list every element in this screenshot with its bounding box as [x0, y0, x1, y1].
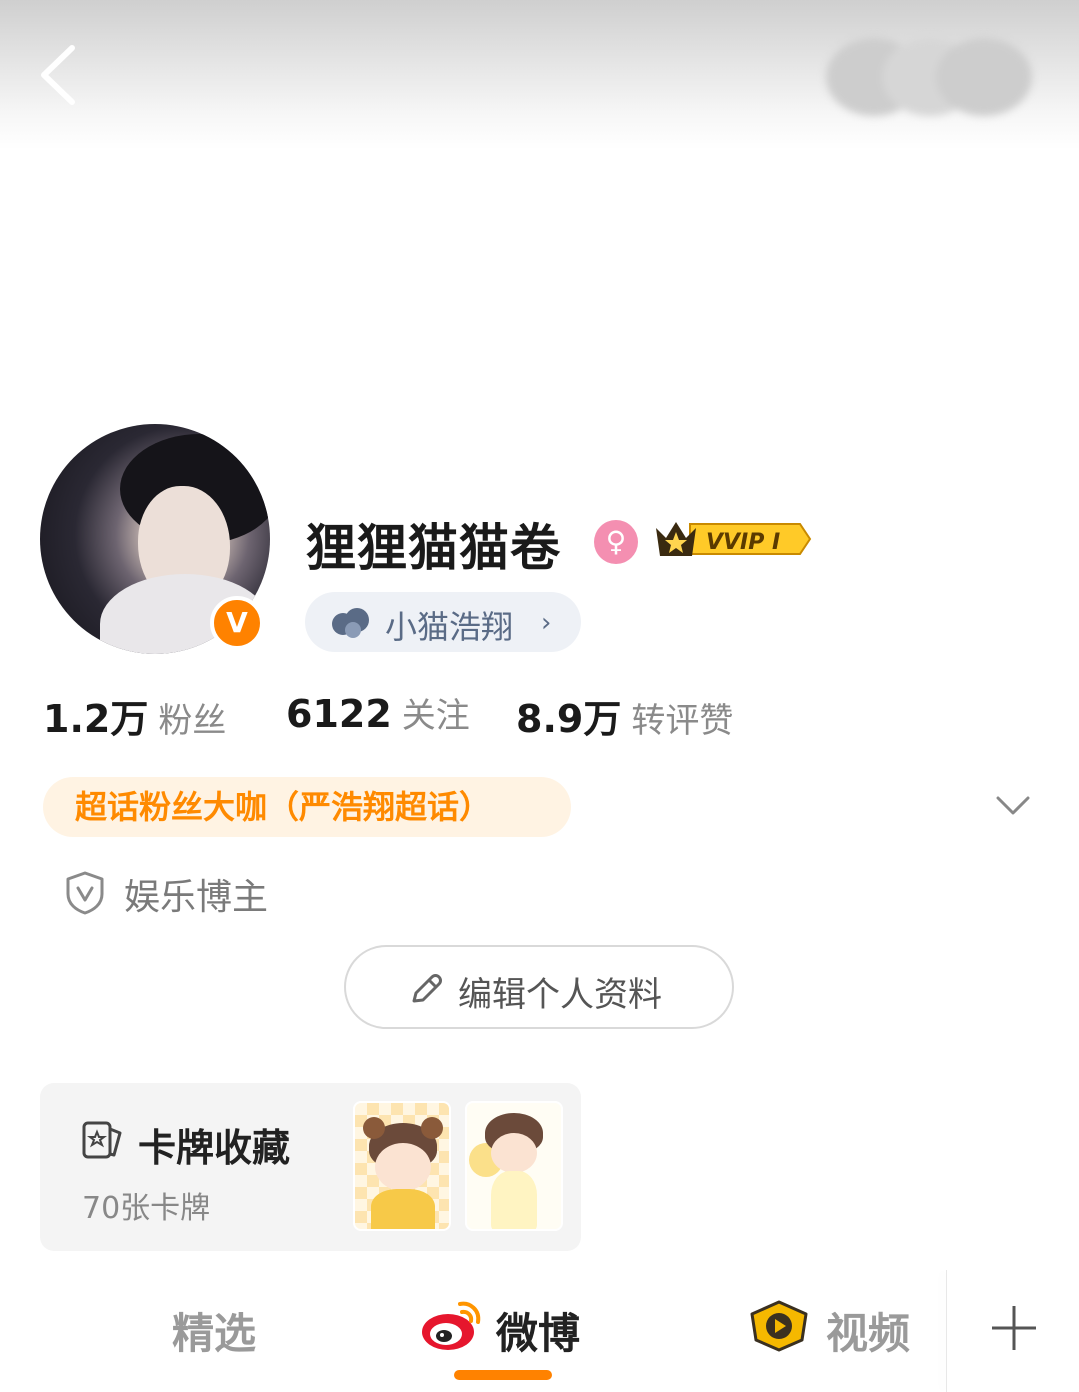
cloud-heart-icon	[332, 608, 369, 638]
tab-video[interactable]: 视频	[826, 1300, 910, 1361]
stat-value: 6122	[286, 692, 392, 736]
pencil-icon	[412, 974, 442, 1003]
card-count: 70张卡牌	[82, 1191, 211, 1226]
edit-profile-button[interactable]: 编辑个人资料	[344, 945, 734, 1029]
tab-divider	[946, 1270, 947, 1392]
card-icon	[82, 1121, 122, 1159]
stat-value: 8.9万	[516, 697, 622, 741]
super-fan-tag[interactable]: 超话粉丝大咖（严浩翔超话）	[43, 777, 571, 837]
card-thumbnail[interactable]	[353, 1101, 451, 1231]
tab-weibo[interactable]: 微博	[496, 1300, 580, 1361]
back-icon[interactable]	[32, 40, 92, 110]
super-topic-chip[interactable]: 小猫浩翔 ›	[305, 592, 581, 652]
stat-value: 1.2万	[43, 697, 149, 741]
weibo-logo-icon	[422, 1301, 481, 1350]
chevron-down-icon[interactable]	[990, 788, 1036, 824]
vvip-badge[interactable]: VVIP I	[650, 514, 814, 564]
chevron-right-icon: ›	[541, 608, 552, 638]
card-collection-title: 卡牌收藏	[138, 1126, 291, 1170]
stat-label: 粉丝	[158, 701, 227, 741]
video-logo-icon	[750, 1300, 808, 1352]
role-label: 娱乐博主	[124, 877, 269, 918]
verified-badge-icon: V	[210, 596, 264, 650]
tab-featured[interactable]: 精选	[172, 1300, 256, 1361]
stat-label: 转评赞	[631, 701, 734, 741]
stats-row: 1.2万 粉丝 6122 关注 8.9万 转评赞	[0, 688, 1079, 748]
super-topic-label: 小猫浩翔	[385, 608, 514, 646]
shield-v-icon	[66, 871, 104, 915]
username: 狸狸猫猫卷	[306, 519, 561, 577]
stat-following[interactable]: 6122 关注	[286, 688, 470, 737]
female-icon: ♀	[594, 520, 638, 564]
edit-profile-label: 编辑个人资料	[458, 975, 662, 1015]
svg-text:VVIP I: VVIP I	[706, 530, 780, 555]
blurred-header-icons[interactable]	[822, 28, 1036, 120]
stat-label: 关注	[401, 696, 470, 736]
tab-bar: 精选 微博 视频	[0, 1270, 1079, 1392]
plus-icon[interactable]	[990, 1304, 1038, 1352]
active-tab-indicator	[454, 1370, 552, 1380]
card-thumbnail[interactable]	[465, 1101, 563, 1231]
header-bar	[0, 0, 1079, 150]
stat-followers[interactable]: 1.2万 粉丝	[43, 688, 226, 743]
stat-interactions[interactable]: 8.9万 转评赞	[516, 688, 733, 743]
card-collection[interactable]: 卡牌收藏 70张卡牌	[40, 1083, 581, 1251]
